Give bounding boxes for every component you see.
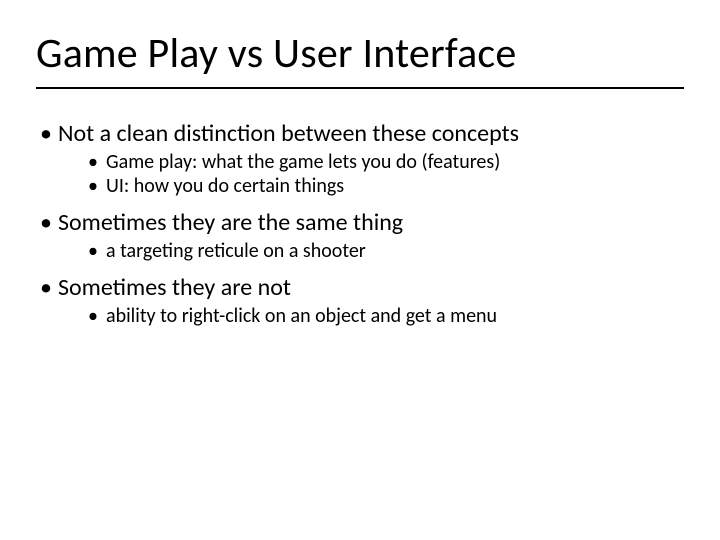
- bullet-text: Sometimes they are not: [58, 273, 291, 302]
- bullet-text: Not a clean distinction between these co…: [58, 119, 519, 148]
- bullet-icon: •: [88, 174, 106, 198]
- sub-bullet-group: • Game play: what the game lets you do (…: [40, 150, 684, 198]
- bullet-icon: •: [40, 273, 58, 302]
- bullet-icon: •: [88, 304, 106, 328]
- bullet-text: ability to right-click on an object and …: [106, 304, 497, 328]
- bullet-level-1: • Sometimes they are the same thing: [40, 208, 684, 237]
- bullet-icon: •: [40, 119, 58, 148]
- bullet-icon: •: [40, 208, 58, 237]
- bullet-icon: •: [88, 239, 106, 263]
- bullet-level-2: • ability to right-click on an object an…: [88, 304, 684, 328]
- bullet-level-1: • Not a clean distinction between these …: [40, 119, 684, 148]
- slide-title: Game Play vs User Interface: [36, 28, 684, 85]
- bullet-text: Game play: what the game lets you do (fe…: [106, 150, 500, 174]
- bullet-block: • Sometimes they are not • ability to ri…: [40, 273, 684, 328]
- sub-bullet-group: • a targeting reticule on a shooter: [40, 239, 684, 263]
- bullet-text: UI: how you do certain things: [106, 174, 344, 198]
- bullet-block: • Sometimes they are the same thing • a …: [40, 208, 684, 263]
- slide: Game Play vs User Interface • Not a clea…: [0, 0, 720, 540]
- bullet-text: Sometimes they are the same thing: [58, 208, 403, 237]
- sub-bullet-group: • ability to right-click on an object an…: [40, 304, 684, 328]
- bullet-level-2: • UI: how you do certain things: [88, 174, 684, 198]
- bullet-level-2: • a targeting reticule on a shooter: [88, 239, 684, 263]
- bullet-level-1: • Sometimes they are not: [40, 273, 684, 302]
- bullet-icon: •: [88, 150, 106, 174]
- bullet-level-2: • Game play: what the game lets you do (…: [88, 150, 684, 174]
- slide-body: • Not a clean distinction between these …: [36, 89, 684, 328]
- bullet-text: a targeting reticule on a shooter: [106, 239, 366, 263]
- bullet-block: • Not a clean distinction between these …: [40, 119, 684, 198]
